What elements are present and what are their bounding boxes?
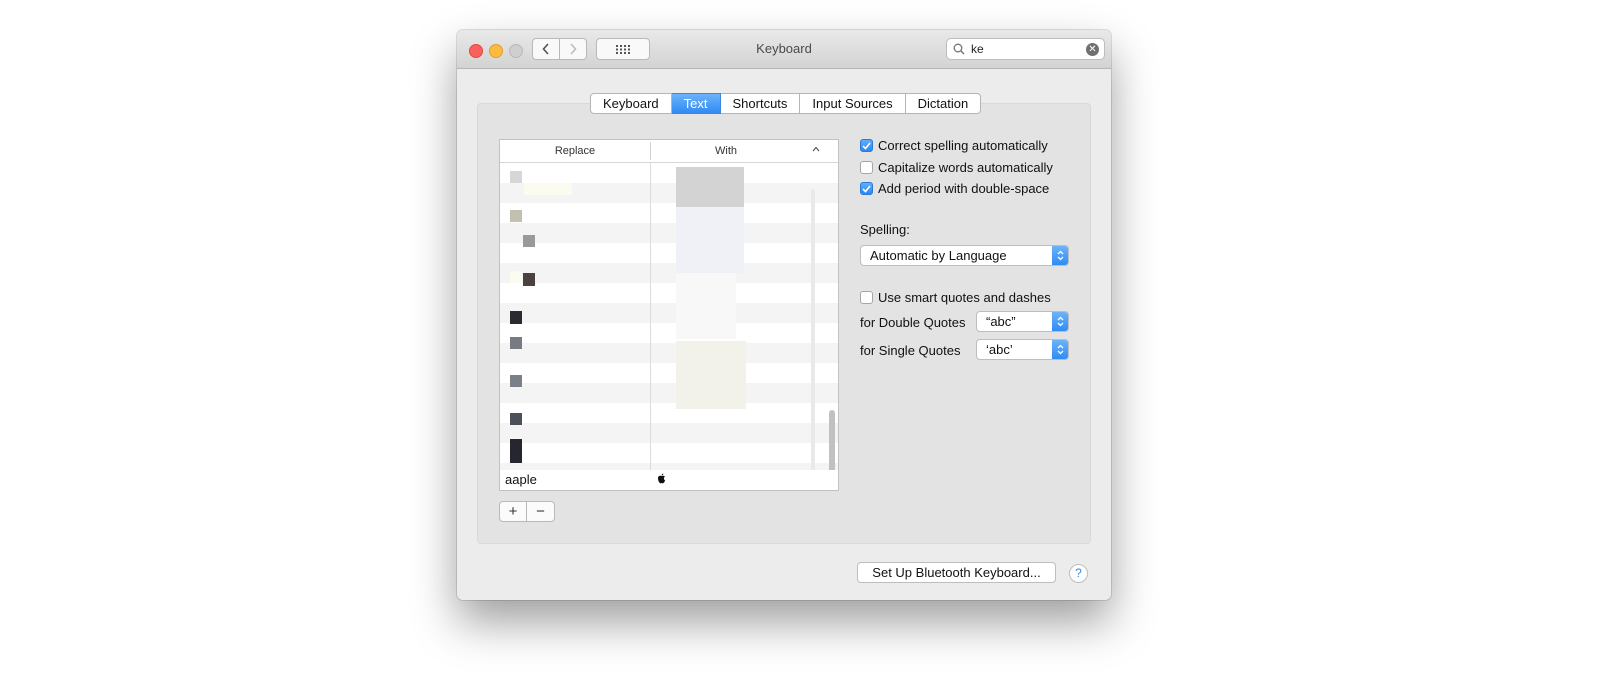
redacted-entry [523, 235, 535, 247]
popup-arrows-icon [1052, 246, 1068, 265]
table-row[interactable] [500, 323, 838, 343]
table-rows[interactable] [500, 163, 838, 490]
smart-quotes-checkbox[interactable]: Use smart quotes and dashes [860, 290, 1051, 305]
table-row[interactable] [500, 223, 838, 243]
keyboard-preferences-window: Keyboard ke ✕ Keyboard Text Shortcuts In… [457, 30, 1111, 600]
add-period-label: Add period with double-space [878, 181, 1050, 196]
redacted-entry [510, 210, 522, 222]
tab-dictation[interactable]: Dictation [905, 93, 982, 114]
double-quotes-label: for Double Quotes [860, 315, 966, 330]
column-divider-line [650, 163, 651, 490]
tab-keyboard[interactable]: Keyboard [590, 93, 672, 114]
smart-quotes-label: Use smart quotes and dashes [878, 290, 1051, 305]
single-quotes-popup[interactable]: ‘abc’ [976, 339, 1069, 360]
table-row[interactable] [500, 203, 838, 223]
redacted-entry [510, 439, 522, 463]
add-remove-buttons: + − [499, 501, 555, 522]
table-row[interactable] [500, 283, 838, 303]
add-period-checkbox[interactable]: Add period with double-space [860, 181, 1049, 196]
title-bar: Keyboard ke ✕ [457, 30, 1111, 69]
checkbox-checked-icon [860, 139, 873, 152]
single-quotes-value: ‘abc’ [986, 342, 1013, 357]
checkbox-checked-icon [860, 182, 873, 195]
redacted-entry [676, 273, 736, 339]
table-row[interactable] [500, 163, 838, 183]
inner-scroll-track [811, 189, 815, 490]
correct-spelling-checkbox[interactable]: Correct spelling automatically [860, 138, 1048, 153]
table-header: Replace With [500, 140, 838, 163]
table-row[interactable] [500, 243, 838, 263]
clear-search-icon[interactable]: ✕ [1086, 43, 1099, 56]
single-quotes-label: for Single Quotes [860, 343, 961, 358]
redacted-entry [510, 311, 522, 324]
table-row[interactable] [500, 383, 838, 403]
table-row[interactable] [500, 443, 838, 463]
redacted-entry [510, 271, 522, 283]
capitalize-words-checkbox[interactable]: Capitalize words automatically [860, 160, 1053, 175]
table-row[interactable] [500, 263, 838, 283]
redacted-entry [510, 171, 522, 183]
table-row[interactable] [500, 423, 838, 443]
checkbox-unchecked-icon [860, 291, 873, 304]
redacted-entry [524, 183, 572, 195]
apple-logo-icon [658, 473, 666, 484]
popup-arrows-icon [1052, 312, 1068, 331]
double-quotes-popup[interactable]: “abc” [976, 311, 1069, 332]
sort-ascending-icon [812, 146, 820, 152]
redacted-entry [510, 413, 522, 425]
search-field[interactable]: ke ✕ [946, 38, 1105, 60]
tab-shortcuts[interactable]: Shortcuts [720, 93, 801, 114]
column-header-replace[interactable]: Replace [500, 145, 650, 157]
replace-cell[interactable]: aaple [505, 472, 537, 487]
table-row[interactable] [500, 343, 838, 363]
capitalize-words-label: Capitalize words automatically [878, 160, 1053, 175]
redacted-entry [510, 337, 522, 349]
double-quotes-value: “abc” [986, 314, 1016, 329]
spelling-value: Automatic by Language [870, 248, 1007, 263]
popup-arrows-icon [1052, 340, 1068, 359]
table-row[interactable] [500, 303, 838, 323]
spelling-language-popup[interactable]: Automatic by Language [860, 245, 1069, 266]
checkbox-unchecked-icon [860, 161, 873, 174]
table-row[interactable] [500, 363, 838, 383]
text-replacement-table[interactable]: Replace With aaple [499, 139, 839, 491]
redacted-entry [523, 273, 535, 286]
redacted-entry [510, 375, 522, 387]
search-input[interactable]: ke [971, 42, 984, 56]
set-up-bluetooth-keyboard-button[interactable]: Set Up Bluetooth Keyboard... [857, 562, 1056, 583]
tab-bar: Keyboard Text Shortcuts Input Sources Di… [590, 93, 982, 114]
redacted-entry [676, 207, 744, 273]
tab-text[interactable]: Text [671, 93, 721, 114]
help-button[interactable]: ? [1069, 564, 1088, 583]
redacted-entry [676, 341, 746, 409]
search-icon [953, 43, 965, 55]
correct-spelling-label: Correct spelling automatically [878, 138, 1048, 153]
table-row[interactable] [500, 403, 838, 423]
spelling-label: Spelling: [860, 222, 910, 237]
table-row[interactable]: aaple [500, 470, 838, 490]
remove-entry-button[interactable]: − [527, 501, 555, 522]
redacted-entry [676, 167, 744, 207]
add-entry-button[interactable]: + [499, 501, 527, 522]
tab-input-sources[interactable]: Input Sources [800, 93, 906, 114]
column-header-with[interactable]: With [651, 145, 801, 157]
